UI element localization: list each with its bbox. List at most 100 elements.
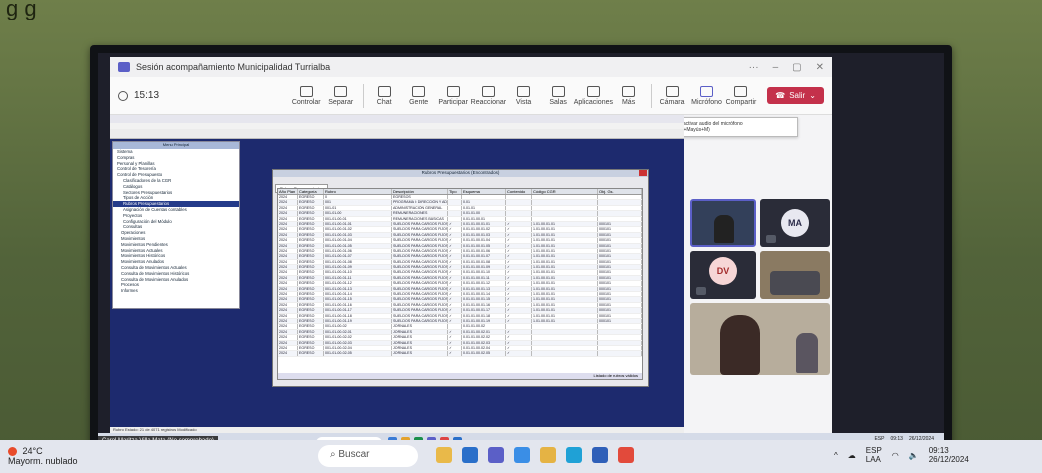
tree-item[interactable]: Informes [113,288,239,294]
table-cell: ✓ [506,292,532,297]
people-button[interactable]: Gente [402,85,434,106]
edge-icon[interactable] [566,447,582,463]
table-cell: ✓ [448,238,462,243]
raise-hand-button[interactable]: Participar [437,85,469,106]
leave-button[interactable]: ☎ Salir ⌄ [767,87,824,104]
column-header[interactable]: Obj. Gs. [598,189,642,194]
table-cell: 2024 [278,195,298,200]
self-video-tile[interactable] [690,199,756,247]
table-cell: 001-01-00-01-15 [324,297,392,302]
column-header[interactable]: Contenido [506,189,532,194]
view-button[interactable]: Vista [507,85,539,106]
meeting-timer: 15:13 [118,90,290,101]
column-header[interactable]: Descripción [392,189,448,194]
laptop-search-box[interactable]: ⌕ Buscar [318,445,418,467]
chat-button[interactable]: Chat [368,85,400,106]
table-cell: 000101 [598,248,642,254]
table-cell: 001-01-00-01-06 [324,248,392,254]
table-cell: 0.01.01.00.01.03 [462,232,506,238]
chrome-icon[interactable] [618,447,634,463]
chevron-up-icon[interactable]: ^ [834,451,838,460]
volume-icon[interactable]: 🔈 [909,451,919,460]
table-cell: ✓ [448,221,462,227]
close-icon[interactable] [639,170,647,176]
microphone-button[interactable]: Micrófono [690,85,722,106]
table-cell: EGRESO [298,243,324,248]
close-icon[interactable]: ✕ [816,62,824,73]
share-label: Compartir [725,98,757,106]
pop-out-button[interactable]: Separar [324,85,356,106]
wifi-icon[interactable]: ◠ [892,451,899,460]
view-label: Vista [515,98,532,106]
more-window-icon[interactable]: ··· [749,62,759,73]
maximize-icon[interactable]: ▢ [792,62,801,73]
file-explorer-icon[interactable] [462,447,478,463]
share-button[interactable]: Compartir [725,85,757,106]
room-video-tile[interactable] [760,251,830,299]
apps-button[interactable]: Aplicaciones [574,85,613,106]
table-cell: ✓ [448,318,462,324]
erp-title-bar [110,115,684,123]
participant-ma-tile[interactable]: MA [760,199,830,247]
minimize-icon[interactable]: – [773,62,779,73]
table-cell: 001-01-00-02-04 [324,345,392,351]
column-header[interactable]: Tipo [448,189,462,194]
table-row[interactable]: 2024 EGRESO 001-01-00-02-05 JORNALES ✓ 0.01.0… [278,351,642,357]
cloud-icon[interactable]: ☁ [848,451,856,460]
column-header[interactable]: Esquema [462,189,506,194]
table-cell: 1.01.00.01.01 [532,227,598,232]
table-cell: 2024 [278,227,298,232]
table-cell: ✓ [448,329,462,335]
remote-control-icon [299,85,313,97]
table-cell: 0.01.01.00.01.05 [462,243,506,248]
main-speaker-tile[interactable] [690,303,830,375]
table-cell [532,340,598,345]
column-header[interactable]: Código CGR [532,189,598,194]
table-cell: 1.01.00.01.01 [532,259,598,265]
column-header[interactable]: Rubro [324,189,392,194]
muted-mic-icon [766,235,776,243]
photos-icon[interactable] [514,447,530,463]
more-button[interactable]: Más [612,85,644,106]
store-icon[interactable] [592,447,608,463]
table-cell: 0.01.01.00.01.10 [462,270,506,275]
camera-label: Cámara [659,98,685,106]
participant-dv-tile[interactable]: DV [690,251,756,299]
widgets-icon[interactable] [436,447,452,463]
react-button[interactable]: Reaccionar [471,85,506,106]
table-cell [532,216,598,221]
control-button[interactable]: Controlar [290,85,322,106]
table-cell: 000101 [598,286,642,292]
table-cell: 2024 [278,211,298,216]
table-cell: 000101 [598,243,642,248]
folder-icon[interactable] [540,447,556,463]
table-cell: 001-01-00-02 [324,324,392,329]
column-header[interactable]: Año Plan [278,189,298,194]
table-cell: SUELDOS PARA CARGOS FIJOS [393,259,448,265]
clock[interactable]: 09:13 26/12/2024 [929,446,969,464]
table-cell [506,200,532,205]
weather-widget[interactable]: 24°C Mayorm. nublado [8,446,78,466]
table-cell: 2024 [278,221,298,227]
table-cell: 2024 [278,254,298,259]
table-cell: EGRESO [298,259,324,265]
table-cell: ✓ [506,286,532,292]
column-header[interactable]: Categoría [298,189,324,194]
avatar-dv-initials: DV [716,266,730,276]
table-cell: SUELDOS PARA CARGOS FIJOS [393,238,448,243]
table-cell: 001-01-00-01-08 [324,259,392,265]
table-cell: EGRESO [298,238,324,243]
table-cell: ✓ [506,351,532,356]
table-cell: 1.01.00.01.01 [532,292,598,297]
language-indicator[interactable]: ESP LAA [866,446,882,464]
camera-button[interactable]: Cámara [656,85,688,106]
table-cell: 000101 [598,270,642,275]
table-cell: JORNALES [392,329,448,335]
toolbar-divider [362,83,364,108]
teams-icon[interactable] [488,447,504,463]
teams-meeting-window: Sesión acompañamiento Municipalidad Turr… [110,57,832,433]
table-cell: 2024 [278,248,298,254]
table-cell: EGRESO [298,308,324,313]
rooms-button[interactable]: Salas [542,85,574,106]
table-cell: 0.01.01.00.01.01 [462,221,506,227]
